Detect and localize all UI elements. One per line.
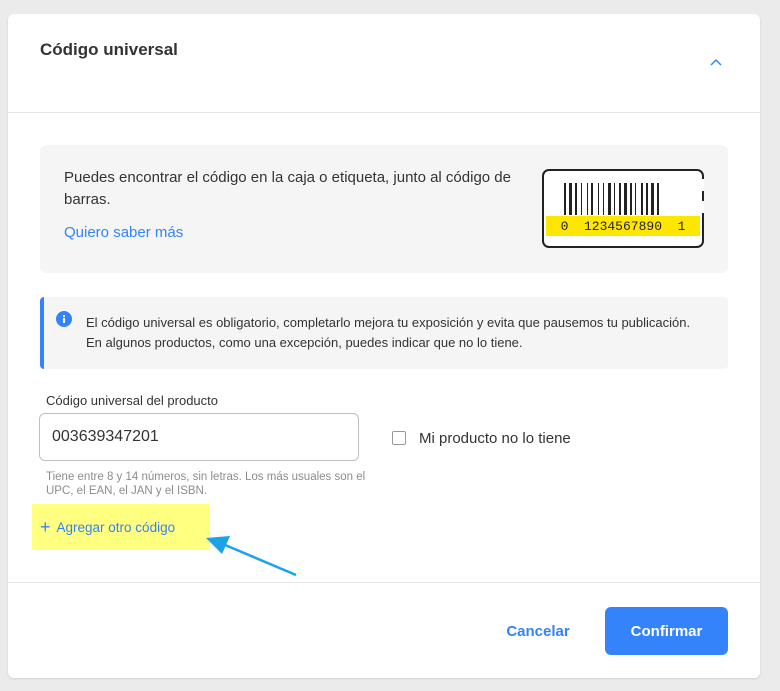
no-code-checkbox[interactable]: [392, 431, 406, 445]
footer-divider: [8, 582, 760, 583]
card-header: Código universal: [8, 14, 760, 113]
info-icon: [56, 311, 72, 327]
no-code-checkbox-label: Mi producto no lo tiene: [419, 429, 571, 447]
notice-text: El código universal es obligatorio, comp…: [86, 315, 691, 350]
barcode-info-text: Puedes encontrar el código en la caja o …: [64, 169, 511, 208]
universal-code-card: Código universal Puedes encontrar el cód…: [8, 14, 760, 678]
plus-icon: +: [40, 517, 51, 537]
chevron-up-icon[interactable]: [704, 52, 728, 72]
confirm-button[interactable]: Confirmar: [605, 607, 728, 655]
add-code-button[interactable]: + Agregar otro código: [32, 504, 210, 550]
barcode-number: 0 1234567890 1: [560, 219, 686, 234]
learn-more-link[interactable]: Quiero saber más: [64, 224, 183, 241]
code-helper-text: Tiene entre 8 y 14 números, sin letras. …: [46, 471, 366, 497]
add-code-label: Agregar otro código: [56, 519, 176, 535]
universal-code-input[interactable]: [39, 413, 359, 461]
cancel-button[interactable]: Cancelar: [488, 607, 588, 655]
mandatory-notice: El código universal es obligatorio, comp…: [40, 297, 728, 369]
barcode-illustration: 0 1234567890 1: [542, 169, 706, 248]
section-title: Código universal: [40, 40, 178, 59]
no-code-checkbox-row[interactable]: Mi producto no lo tiene: [392, 428, 571, 448]
barcode-info-box: Puedes encontrar el código en la caja o …: [40, 145, 728, 273]
code-field-label: Código universal del producto: [46, 393, 218, 408]
annotation-arrow-icon: [204, 530, 304, 580]
